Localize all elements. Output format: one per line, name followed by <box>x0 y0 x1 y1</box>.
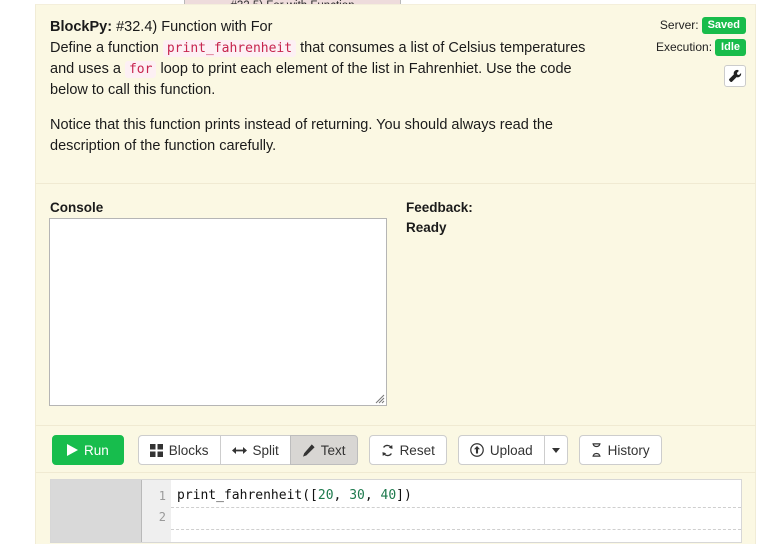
left-right-arrow-icon <box>231 445 247 456</box>
settings-row <box>576 61 746 91</box>
toolbar-spacer-3 <box>568 435 579 465</box>
upload-button-label: Upload <box>489 442 533 458</box>
console-panel: Console Feedback: Ready <box>35 183 756 425</box>
execution-status-row: Execution: Idle <box>576 39 746 56</box>
instructions-title-prefix: BlockPy: <box>50 19 113 35</box>
blocks-view-button[interactable]: Blocks <box>137 435 221 465</box>
refresh-icon <box>381 444 394 457</box>
resize-grip-icon[interactable] <box>373 392 385 404</box>
upload-dropdown-button[interactable] <box>543 435 568 465</box>
upload-group: Upload <box>457 435 568 465</box>
code-editor-panel: 1 2 print_fahrenheit([20, 30, 40]) <box>35 472 756 544</box>
blocks-view-label: Blocks <box>168 442 209 458</box>
console-label: Console <box>50 200 104 215</box>
console-output[interactable] <box>49 218 387 406</box>
text-view-label: Text <box>320 442 346 458</box>
split-view-button[interactable]: Split <box>219 435 291 465</box>
instructions-panel: BlockPy: #32.4) Function with For Define… <box>35 4 756 183</box>
code-token-number-40: 40 <box>380 488 397 503</box>
pencil-icon <box>302 443 315 457</box>
grid-icon <box>149 443 163 457</box>
editor-toolbar: Run Blocks Split Text Reset Upload Histo… <box>52 435 662 465</box>
code-token-number-30: 30 <box>349 488 365 503</box>
reset-button-label: Reset <box>399 442 435 458</box>
play-icon <box>67 444 78 456</box>
view-mode-group: Blocks Split Text <box>137 435 358 465</box>
execution-status-badge: Idle <box>715 39 746 56</box>
history-button-label: History <box>607 442 650 458</box>
hourglass-icon <box>591 443 602 457</box>
status-column: Server: Saved Execution: Idle <box>576 17 746 96</box>
code-token-comma-2: , <box>364 488 381 503</box>
server-status-row: Server: Saved <box>576 17 746 34</box>
code-token-call: print_fahrenheit([ <box>177 488 318 503</box>
text-view-button[interactable]: Text <box>289 435 358 465</box>
feedback-status: Ready <box>406 220 447 235</box>
toolbar-spacer-2 <box>447 435 458 465</box>
editor-block-gutter <box>51 480 142 542</box>
inline-code-for: for <box>124 61 157 78</box>
execution-status-label: Execution: <box>656 40 713 54</box>
code-line-2[interactable] <box>171 508 741 530</box>
editor-toolbar-panel: Run Blocks Split Text Reset Upload Histo… <box>35 425 756 472</box>
upload-circle-icon <box>470 443 484 457</box>
server-status-label: Server: <box>659 18 699 32</box>
line-number: 2 <box>158 510 166 524</box>
split-view-label: Split <box>252 442 279 458</box>
editor-code-area[interactable]: print_fahrenheit([20, 30, 40]) <box>171 480 741 542</box>
instructions-title: #32.4) Function with For <box>116 19 273 35</box>
caret-down-icon <box>551 447 560 453</box>
instructions-text: BlockPy: #32.4) Function with For Define… <box>50 17 595 157</box>
feedback-label: Feedback: <box>406 200 473 215</box>
reset-button[interactable]: Reset <box>368 435 447 465</box>
editor-line-numbers: 1 2 <box>142 480 171 542</box>
upload-button[interactable]: Upload <box>457 435 545 465</box>
instructions-paragraph-1: BlockPy: #32.4) Function with For Define… <box>50 17 595 101</box>
inline-code-print-fahrenheit: print_fahrenheit <box>162 40 297 57</box>
instructions-paragraph-2: Notice that this function prints instead… <box>50 117 553 154</box>
toolbar-spacer-1 <box>358 435 369 465</box>
server-status-badge: Saved <box>701 17 746 34</box>
code-editor[interactable]: 1 2 print_fahrenheit([20, 30, 40]) <box>50 479 742 543</box>
code-token-close: ]) <box>396 488 412 503</box>
history-button[interactable]: History <box>578 435 662 465</box>
line-number: 1 <box>158 489 166 503</box>
blockpy-app: #32.5) For with Function BlockPy: #32.4)… <box>0 0 763 544</box>
run-button[interactable]: Run <box>52 435 124 465</box>
run-button-label: Run <box>84 442 109 458</box>
settings-button[interactable] <box>724 65 746 87</box>
code-token-number-20: 20 <box>317 488 334 503</box>
code-token-comma-1: , <box>333 488 350 503</box>
code-line-1[interactable]: print_fahrenheit([20, 30, 40]) <box>171 486 741 508</box>
instructions-line1-b: that consumes a list of Celsius <box>300 40 496 56</box>
instructions-line1-a: Define a function <box>50 40 159 56</box>
instructions-line2-b: loop to print each element of the list i… <box>160 61 483 77</box>
